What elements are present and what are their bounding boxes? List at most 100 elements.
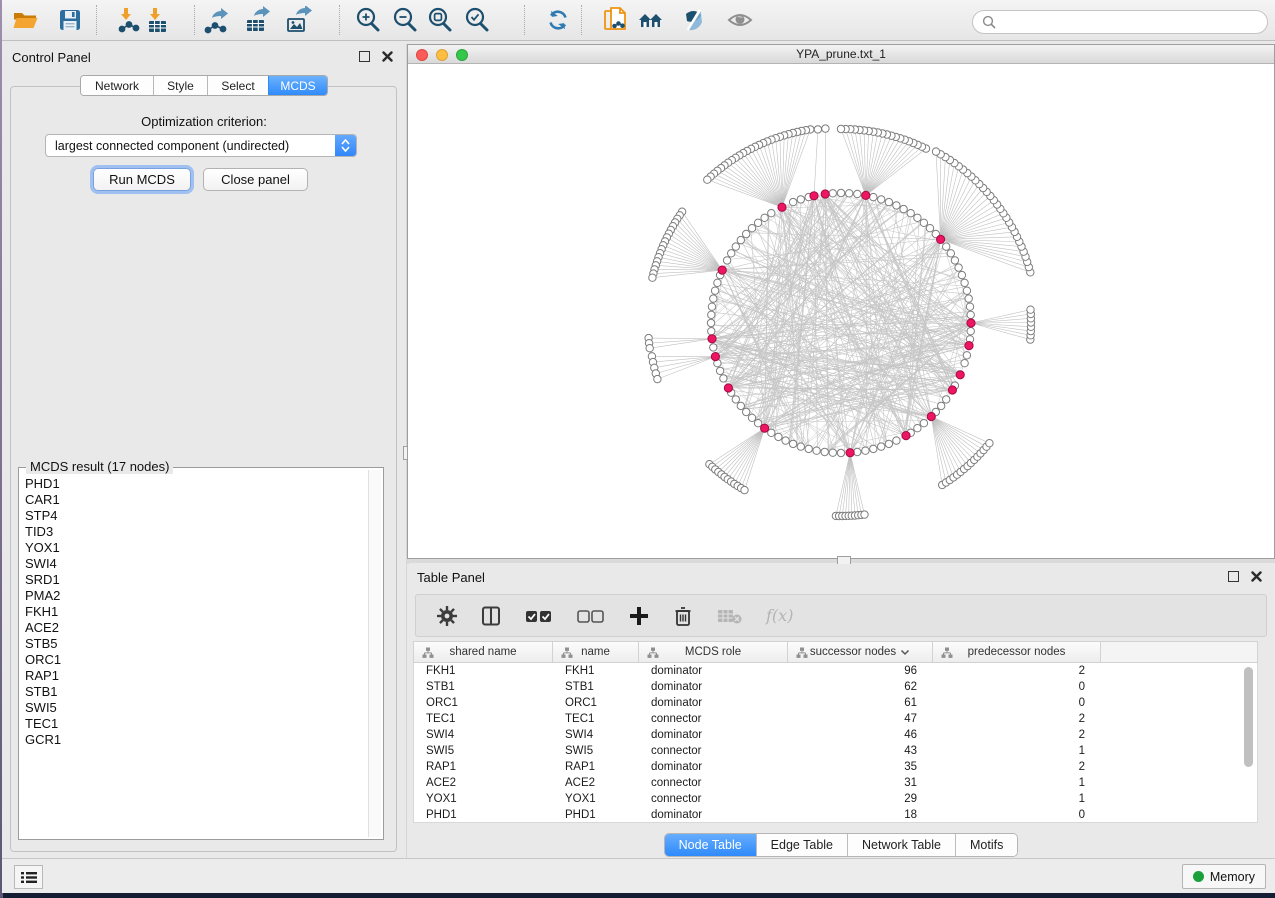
close-panel-icon[interactable] bbox=[1251, 571, 1262, 582]
graph-node[interactable] bbox=[789, 440, 796, 447]
graph-node[interactable] bbox=[1027, 306, 1034, 313]
graph-node[interactable] bbox=[748, 225, 755, 232]
graph-node[interactable] bbox=[646, 345, 653, 352]
graph-hub-node-mcds[interactable] bbox=[821, 190, 829, 198]
graph-node[interactable] bbox=[805, 445, 812, 452]
graph-node[interactable] bbox=[961, 279, 968, 286]
network-canvas[interactable] bbox=[408, 64, 1274, 558]
graph-node[interactable] bbox=[829, 190, 836, 197]
mcds-result-item[interactable]: CAR1 bbox=[21, 492, 369, 508]
graph-node[interactable] bbox=[963, 352, 970, 359]
hide-selected-icon[interactable] bbox=[680, 6, 708, 34]
graph-node[interactable] bbox=[710, 344, 717, 351]
graph-node[interactable] bbox=[761, 214, 768, 221]
graph-node[interactable] bbox=[870, 445, 877, 452]
mcds-result-item[interactable]: TEC1 bbox=[21, 716, 369, 732]
graph-node[interactable] bbox=[943, 396, 950, 403]
graph-node[interactable] bbox=[961, 360, 968, 367]
float-panel-icon[interactable] bbox=[359, 51, 370, 62]
mcds-result-item[interactable]: PHD1 bbox=[21, 476, 369, 492]
graph-node[interactable] bbox=[938, 402, 945, 409]
mcds-result-item[interactable]: ACE2 bbox=[21, 620, 369, 636]
mcds-result-item[interactable]: TID3 bbox=[21, 524, 369, 540]
graph-hub-node-mcds[interactable] bbox=[965, 342, 973, 350]
graph-node[interactable] bbox=[743, 230, 750, 237]
column-header-name[interactable]: name bbox=[553, 642, 639, 662]
graph-node[interactable] bbox=[846, 190, 853, 197]
graph-node[interactable] bbox=[737, 236, 744, 243]
graph-node[interactable] bbox=[967, 328, 974, 335]
graph-node[interactable] bbox=[986, 440, 993, 447]
tab-select[interactable]: Select bbox=[207, 76, 268, 95]
network-graph[interactable] bbox=[408, 64, 1274, 558]
tab-edge-table[interactable]: Edge Table bbox=[756, 834, 847, 856]
zoom-out-icon[interactable] bbox=[391, 6, 419, 34]
export-image-icon[interactable] bbox=[284, 6, 312, 34]
graph-node[interactable] bbox=[829, 449, 836, 456]
table-row[interactable]: STB1STB1dominator620 bbox=[414, 679, 1257, 695]
graph-hub-node-mcds[interactable] bbox=[956, 371, 964, 379]
column-header-successor-nodes[interactable]: successor nodes bbox=[788, 642, 933, 662]
export-table-icon[interactable] bbox=[243, 6, 271, 34]
graph-node[interactable] bbox=[854, 448, 861, 455]
zoom-fit-icon[interactable] bbox=[426, 6, 454, 34]
graph-node[interactable] bbox=[707, 319, 714, 326]
search-input[interactable] bbox=[1001, 14, 1258, 30]
graph-node[interactable] bbox=[716, 367, 723, 374]
graph-node[interactable] bbox=[893, 437, 900, 444]
graph-node[interactable] bbox=[862, 447, 869, 454]
run-mcds-button[interactable]: Run MCDS bbox=[93, 168, 191, 191]
graph-node[interactable] bbox=[649, 274, 656, 281]
graph-node[interactable] bbox=[737, 402, 744, 409]
table-row[interactable]: YOX1YOX1connector291 bbox=[414, 791, 1257, 807]
export-network-icon[interactable] bbox=[202, 6, 230, 34]
graph-node[interactable] bbox=[743, 408, 750, 415]
tab-node-table[interactable]: Node Table bbox=[665, 834, 756, 856]
mcds-result-item[interactable]: PMA2 bbox=[21, 588, 369, 604]
mcds-result-item[interactable]: SRD1 bbox=[21, 572, 369, 588]
graph-hub-node-mcds[interactable] bbox=[937, 235, 945, 243]
graph-hub-node-mcds[interactable] bbox=[778, 203, 786, 211]
graph-hub-node-mcds[interactable] bbox=[862, 191, 870, 199]
graph-hub-node-mcds[interactable] bbox=[761, 424, 769, 432]
float-panel-icon[interactable] bbox=[1228, 571, 1239, 582]
graph-node[interactable] bbox=[768, 210, 775, 217]
graph-node[interactable] bbox=[870, 193, 877, 200]
graph-node[interactable] bbox=[704, 176, 711, 183]
first-neighbors-icon[interactable] bbox=[637, 6, 665, 34]
graph-node[interactable] bbox=[966, 303, 973, 310]
mcds-result-item[interactable]: GCR1 bbox=[21, 732, 369, 748]
clear-row-selection-icon[interactable] bbox=[576, 606, 606, 626]
graph-node[interactable] bbox=[885, 198, 892, 205]
table-row[interactable]: TEC1TEC1connector472 bbox=[414, 711, 1257, 727]
graph-node[interactable] bbox=[878, 196, 885, 203]
graph-node[interactable] bbox=[914, 214, 921, 221]
table-row[interactable]: ORC1ORC1dominator610 bbox=[414, 695, 1257, 711]
graph-node[interactable] bbox=[955, 264, 962, 271]
table-row[interactable]: RAP1RAP1dominator352 bbox=[414, 759, 1257, 775]
graph-node[interactable] bbox=[861, 511, 868, 518]
add-column-icon[interactable] bbox=[628, 605, 650, 627]
graph-node[interactable] bbox=[732, 243, 739, 250]
horizontal-splitter[interactable] bbox=[407, 559, 1275, 563]
table-row[interactable]: ACE2ACE2connector311 bbox=[414, 775, 1257, 791]
graph-hub-node-mcds[interactable] bbox=[711, 353, 719, 361]
table-row[interactable]: PHD1PHD1dominator180 bbox=[414, 807, 1257, 823]
graph-node[interactable] bbox=[878, 443, 885, 450]
graph-hub-node-mcds[interactable] bbox=[724, 384, 732, 392]
zoom-selected-icon[interactable] bbox=[463, 6, 491, 34]
graph-node[interactable] bbox=[708, 311, 715, 318]
mcds-list-scrollbar[interactable] bbox=[368, 470, 381, 837]
graph-node[interactable] bbox=[708, 328, 715, 335]
tab-mcds[interactable]: MCDS bbox=[268, 76, 327, 95]
column-visibility-icon[interactable] bbox=[480, 605, 502, 627]
graph-node[interactable] bbox=[914, 425, 921, 432]
graph-node[interactable] bbox=[728, 250, 735, 257]
graph-node[interactable] bbox=[654, 375, 661, 382]
new-network-from-selection-icon[interactable] bbox=[602, 6, 630, 34]
graph-node[interactable] bbox=[797, 443, 804, 450]
graph-node[interactable] bbox=[907, 210, 914, 217]
column-header-predecessor-nodes[interactable]: predecessor nodes bbox=[933, 642, 1101, 662]
tab-motifs[interactable]: Motifs bbox=[955, 834, 1017, 856]
mcds-result-item[interactable]: RAP1 bbox=[21, 668, 369, 684]
